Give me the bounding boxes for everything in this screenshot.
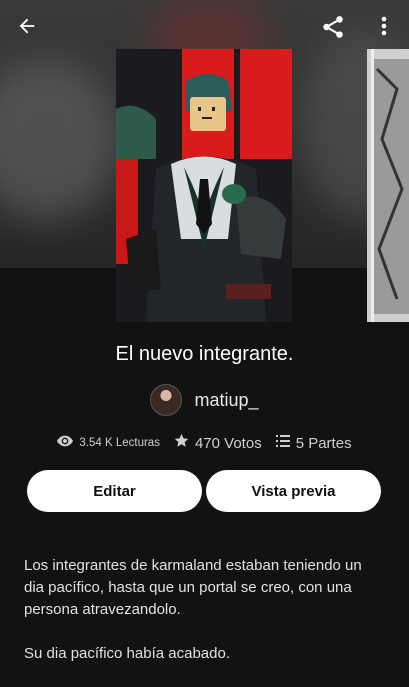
eye-icon [57, 434, 74, 452]
story-cover-image[interactable] [116, 49, 292, 322]
reads-stat: 3.54 K Lecturas [57, 434, 160, 452]
back-arrow-icon[interactable] [7, 6, 47, 46]
story-description: Los integrantes de karmaland estaban ten… [24, 555, 384, 687]
top-app-bar [0, 0, 409, 56]
list-icon [275, 434, 290, 452]
author-avatar[interactable] [150, 384, 183, 416]
more-vertical-icon[interactable] [364, 6, 404, 46]
parts-count: 5 Partes [295, 434, 352, 452]
description-paragraph: Su dia pacífico había acabado. [24, 645, 230, 662]
story-title: El nuevo integrante. [115, 343, 294, 365]
star-icon [174, 433, 189, 453]
author-row[interactable]: matiup_ [0, 383, 409, 417]
author-name[interactable]: matiup_ [194, 390, 258, 411]
description-paragraph: Los integrantes de karmaland estaban ten… [24, 557, 362, 618]
share-icon[interactable] [313, 7, 353, 47]
reads-count: 3.54 K Lecturas [79, 437, 160, 449]
votes-count: 470 Votos [194, 434, 262, 452]
edit-button[interactable]: Editar [27, 470, 202, 512]
story-stats: 3.54 K Lecturas 470 Votos 5 Partes [0, 432, 409, 454]
next-story-cover-image[interactable] [367, 49, 409, 322]
parts-stat: 5 Partes [275, 434, 352, 452]
votes-stat: 470 Votos [174, 433, 262, 453]
preview-button[interactable]: Vista previa [206, 470, 381, 512]
